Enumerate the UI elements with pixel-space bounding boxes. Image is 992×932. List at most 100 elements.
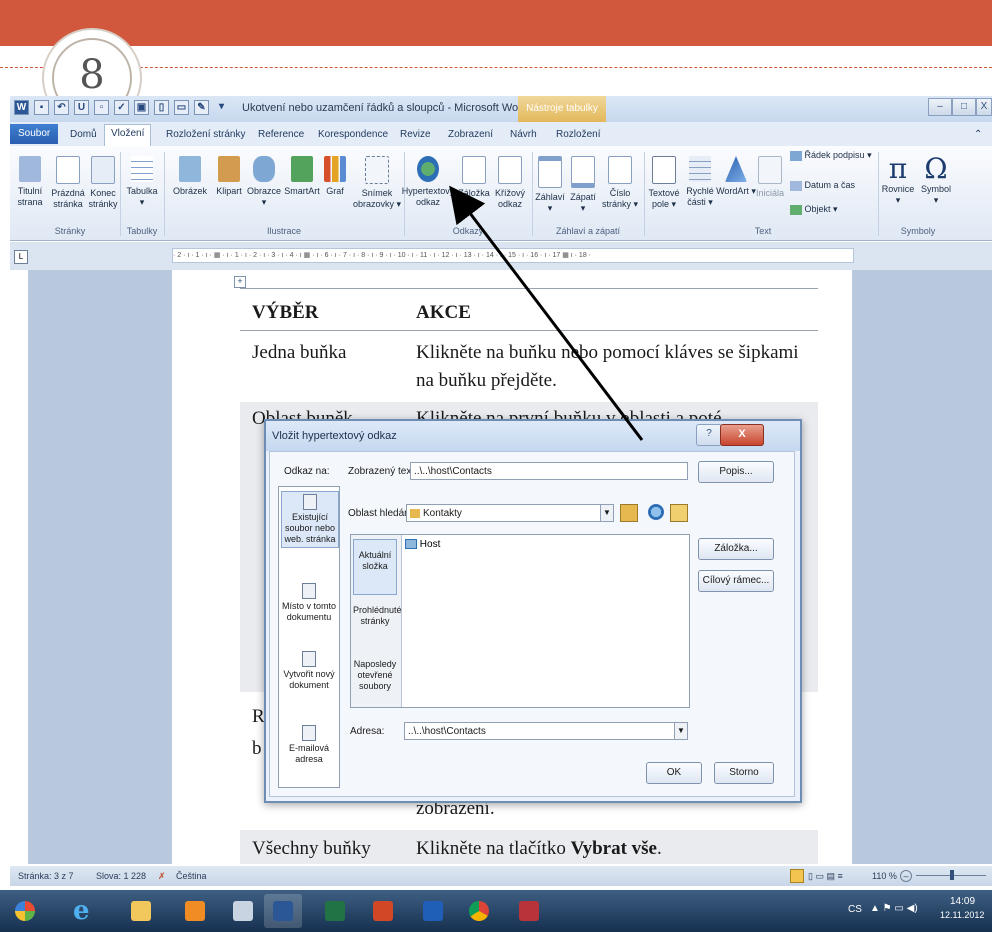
cover-page-button[interactable]: Titulní strana — [10, 156, 50, 208]
save-icon[interactable]: ▪ — [34, 100, 49, 115]
page-break-button[interactable]: Konec stránky — [86, 156, 120, 210]
ok-button[interactable]: OK — [646, 762, 702, 784]
symbol-button[interactable]: Ω Symbol ▾ — [916, 154, 956, 206]
tab-selector-icon[interactable]: L — [14, 250, 28, 264]
taskbar-app[interactable] — [414, 894, 452, 928]
target-frame-button[interactable]: Cílový rámec... — [698, 570, 774, 592]
open-folder-icon[interactable]: ▭ — [174, 100, 189, 115]
vertical-ruler[interactable] — [10, 270, 29, 864]
word-app-icon[interactable]: W — [14, 100, 29, 115]
wordart-button[interactable]: WordArt ▾ — [716, 156, 756, 197]
maximize-button[interactable]: □ — [952, 98, 976, 116]
chevron-down-icon[interactable]: ▼ — [600, 505, 613, 521]
taskbar-chrome[interactable] — [460, 894, 498, 928]
close-window-button[interactable]: X — [976, 98, 992, 116]
chevron-down-icon[interactable]: ▼ — [674, 723, 687, 739]
tab-insert[interactable]: Vložení — [104, 124, 152, 146]
chart-button[interactable]: Graf — [320, 156, 350, 197]
cross-reference-button[interactable]: Křížový odkaz — [490, 156, 530, 210]
taskbar-ie[interactable]: e — [64, 894, 102, 928]
page-number-button[interactable]: Číslo stránky ▾ — [598, 156, 642, 210]
zoom-level[interactable]: 110 % — [872, 866, 897, 886]
dialog-help-button[interactable]: ? — [696, 424, 722, 446]
screen-tip-button[interactable]: Popis... — [698, 461, 774, 483]
customize-qat-icon[interactable]: ▾ — [214, 100, 229, 115]
cancel-button[interactable]: Storno — [714, 762, 774, 784]
drop-cap-button[interactable]: Iniciála — [754, 156, 786, 199]
shapes-button[interactable]: Obrazce ▾ — [244, 156, 284, 208]
object-button[interactable]: Objekt ▾ — [790, 204, 880, 215]
nav-place-in-document[interactable]: Místo v tomto dokumentu — [281, 583, 337, 623]
taskbar-excel[interactable] — [316, 894, 354, 928]
table-move-handle-icon[interactable]: + — [234, 276, 246, 288]
browse-file-icon[interactable] — [670, 504, 688, 522]
spelling-icon[interactable]: ✓ — [114, 100, 129, 115]
dialog-close-button[interactable]: X — [720, 424, 764, 446]
tab-home[interactable]: Domů — [64, 126, 103, 144]
browse-tab-browsed-pages[interactable]: Prohlédnuté stránky — [353, 605, 402, 627]
redo-icon[interactable]: U — [74, 100, 89, 115]
nav-email-address[interactable]: E-mailová adresa — [281, 725, 337, 765]
look-in-dropdown[interactable]: Kontakty ▼ — [406, 504, 614, 522]
tab-review[interactable]: Revize — [394, 126, 437, 144]
language-indicator[interactable]: CS — [848, 904, 862, 915]
picture-button[interactable]: Obrázek — [166, 156, 214, 197]
taskbar-media[interactable] — [176, 894, 214, 928]
screenshot-button[interactable]: Snímek obrazovky ▾ — [352, 156, 402, 210]
language[interactable]: Čeština — [176, 866, 207, 886]
clock-time[interactable]: 14:09 — [950, 896, 975, 907]
tab-references[interactable]: Reference — [252, 126, 310, 144]
blank-page-button[interactable]: Prázdná stránka — [50, 156, 86, 210]
up-folder-icon[interactable] — [620, 504, 638, 522]
hyperlink-button[interactable]: Hypertextový odkaz — [400, 156, 456, 208]
taskbar-explorer[interactable] — [122, 894, 160, 928]
table-button[interactable]: Tabulka ▾ — [122, 156, 162, 208]
new-doc-icon[interactable]: ▯ — [154, 100, 169, 115]
date-time-button[interactable]: Datum a čas — [790, 180, 880, 191]
tab-design[interactable]: Návrh — [504, 126, 543, 144]
print-layout-icon[interactable] — [790, 869, 804, 883]
clock-date[interactable]: 12.11.2012 — [940, 910, 984, 920]
dialog-title-bar[interactable]: Vložit hypertextový odkaz ? X — [266, 421, 800, 451]
header-button[interactable]: Záhlaví ▾ — [532, 156, 568, 214]
taskbar-powerpoint[interactable] — [364, 894, 402, 928]
ribbon-collapse-icon[interactable]: ⌃ — [968, 126, 988, 144]
tab-view[interactable]: Zobrazení — [442, 126, 499, 144]
proofing-icon[interactable]: ✗ — [158, 866, 166, 886]
tab-layout[interactable]: Rozložení — [550, 126, 606, 144]
undo-icon[interactable]: ↶ — [54, 100, 69, 115]
page-count[interactable]: Stránka: 3 z 7 — [18, 866, 74, 886]
minimize-button[interactable]: – — [928, 98, 952, 116]
word-count[interactable]: Slova: 1 228 — [96, 866, 146, 886]
smartart-button[interactable]: SmartArt — [282, 156, 322, 197]
tray-icons[interactable]: ▲ ⚑ ▭ ◀) — [870, 903, 918, 914]
footer-button[interactable]: Zápatí ▾ — [566, 156, 600, 214]
tab-mailings[interactable]: Korespondence — [312, 126, 394, 144]
nav-existing-file[interactable]: Existující soubor nebo web. stránka — [281, 491, 339, 548]
bookmark-dialog-button[interactable]: Záložka... — [698, 538, 774, 560]
taskbar-calculator[interactable] — [224, 894, 262, 928]
horizontal-ruler[interactable]: · 2 · ı · 1 · ı · ▦ · ı · 1 · ı · 2 · ı … — [172, 248, 854, 263]
equation-button[interactable]: π Rovnice ▾ — [876, 154, 920, 206]
print-preview-icon[interactable]: ▫ — [94, 100, 109, 115]
zoom-out-icon[interactable]: – — [900, 870, 912, 882]
bookmark-button[interactable]: Záložka — [456, 156, 492, 199]
image-icon[interactable]: ▣ — [134, 100, 149, 115]
display-text-field[interactable]: ..\..\host\Contacts — [410, 462, 688, 480]
start-button[interactable] — [6, 894, 44, 928]
browse-tab-current-folder[interactable]: Aktuální složka — [353, 539, 397, 595]
tab-file[interactable]: Soubor — [10, 124, 59, 144]
taskbar-word[interactable] — [264, 894, 302, 928]
clipart-button[interactable]: Klipart — [212, 156, 246, 197]
signature-line-button[interactable]: Řádek podpisu ▾ — [790, 150, 880, 161]
address-field[interactable]: ..\..\host\Contacts ▼ — [404, 722, 688, 740]
view-buttons-icon[interactable]: ▯ ▭ ▤ ≡ — [808, 866, 843, 886]
zoom-slider-thumb[interactable] — [950, 870, 954, 880]
edit-icon[interactable]: ✎ — [194, 100, 209, 115]
file-list-item[interactable]: Host — [405, 539, 440, 550]
browse-web-icon[interactable] — [648, 504, 664, 520]
tab-page-layout[interactable]: Rozložení stránky — [160, 126, 251, 144]
browse-tab-recent-files[interactable]: Naposledy otevřené soubory — [353, 659, 397, 692]
nav-create-new-document[interactable]: Vytvořit nový dokument — [281, 651, 337, 691]
taskbar-access[interactable] — [510, 894, 548, 928]
